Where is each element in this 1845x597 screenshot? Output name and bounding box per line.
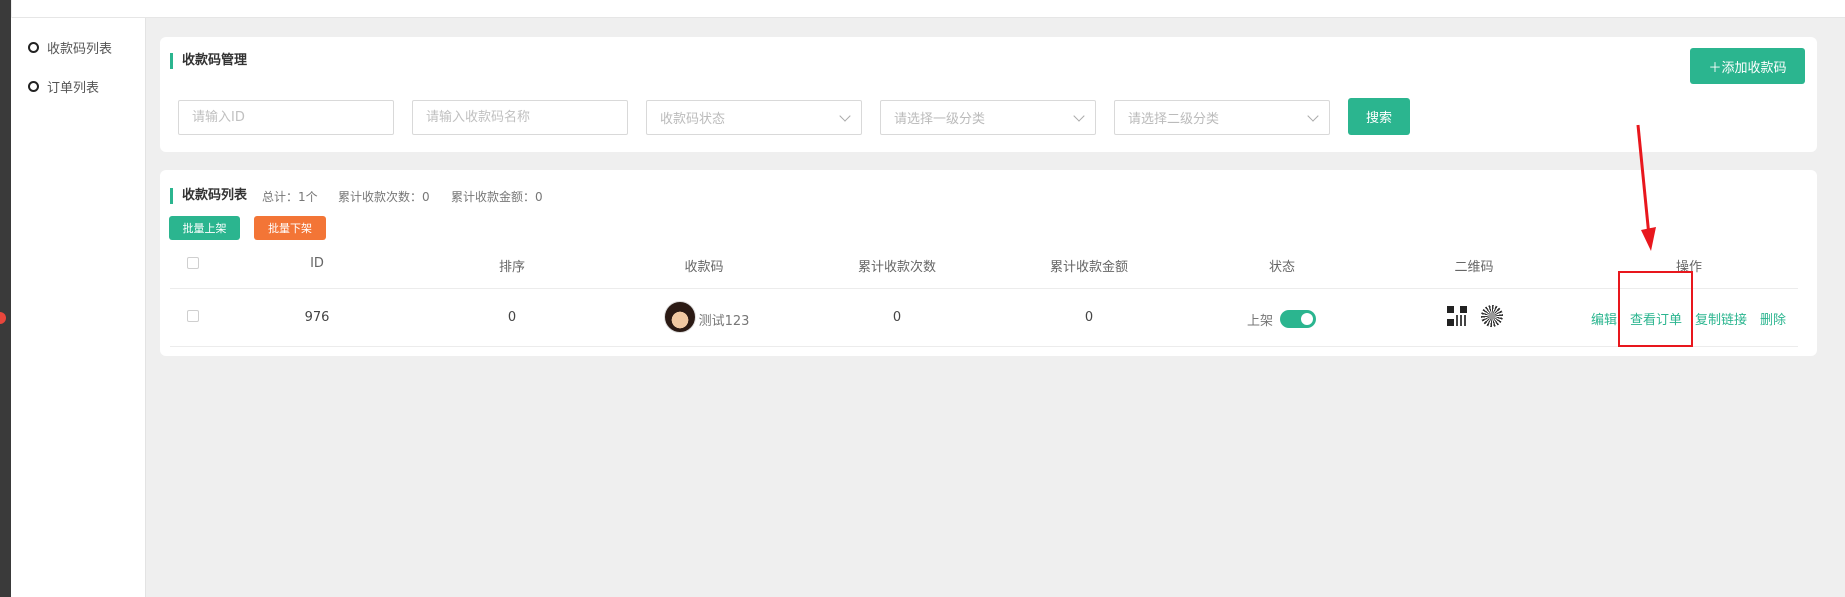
avatar xyxy=(664,301,696,333)
circle-icon xyxy=(28,41,39,53)
chevron-down-icon xyxy=(1307,110,1319,122)
row-status-label: 上架 xyxy=(1246,314,1274,329)
category2-select[interactable]: 请选择二级分类 xyxy=(1114,100,1330,135)
row-qrcode-name: 测试123 xyxy=(698,314,750,329)
chevron-down-icon xyxy=(839,110,851,122)
edit-link[interactable]: 编辑 xyxy=(1591,309,1617,328)
row-amount: 0 xyxy=(1084,310,1094,325)
row-id: 976 xyxy=(304,310,330,325)
id-input[interactable] xyxy=(178,100,394,135)
row-count: 0 xyxy=(892,310,902,325)
status-select[interactable]: 收款码状态 xyxy=(646,100,862,135)
total-stat: 总计：1个 xyxy=(262,190,318,204)
list-card: 收款码列表 总计：1个 累计收款次数：0 累计收款金额：0 批量上架 批量下架 … xyxy=(160,170,1817,356)
sidebar-item-label: 收款码列表 xyxy=(47,41,113,57)
category2-select-label: 请选择二级分类 xyxy=(1128,112,1220,127)
name-input[interactable] xyxy=(412,100,628,135)
column-header-qrcode: 二维码 xyxy=(1454,260,1494,275)
chevron-down-icon xyxy=(1073,110,1085,122)
category1-select-label: 请选择一级分类 xyxy=(894,112,986,127)
column-header-qrcode-name: 收款码 xyxy=(684,260,724,275)
select-all-checkbox[interactable] xyxy=(187,257,199,269)
copy-link-link[interactable]: 复制链接 xyxy=(1695,309,1747,328)
filter-card: 收款码管理 ＋添加收款码 收款码状态 请选择一级分类 请选择二级分类 搜索 xyxy=(160,37,1817,152)
left-edge-bar xyxy=(0,0,11,597)
category1-select[interactable]: 请选择一级分类 xyxy=(880,100,1096,135)
sidebar: 收款码列表 订单列表 xyxy=(11,18,146,597)
status-select-label: 收款码状态 xyxy=(660,112,726,127)
status-toggle[interactable] xyxy=(1280,310,1316,328)
column-header-amount: 累计收款金额 xyxy=(1049,260,1129,275)
row-divider xyxy=(170,346,1798,347)
column-header-sort: 排序 xyxy=(498,260,526,275)
top-nav-item[interactable] xyxy=(34,0,38,15)
column-header-status: 状态 xyxy=(1268,260,1296,275)
total-count-stat: 累计收款次数：0 xyxy=(338,190,430,204)
qr-code-icon[interactable] xyxy=(1447,306,1467,326)
circle-icon xyxy=(28,80,39,92)
filter-card-title: 收款码管理 xyxy=(170,53,247,69)
sidebar-item-order-list[interactable]: 订单列表 xyxy=(28,76,99,96)
mini-program-code-icon[interactable] xyxy=(1481,305,1503,327)
column-header-count: 累计收款次数 xyxy=(857,260,937,275)
batch-on-button[interactable]: 批量上架 xyxy=(169,216,240,240)
header-divider xyxy=(170,288,1798,289)
delete-link[interactable]: 删除 xyxy=(1760,309,1786,328)
search-button[interactable]: 搜索 xyxy=(1348,98,1410,135)
annotation-highlight-box xyxy=(1618,271,1693,347)
column-header-id: ID xyxy=(310,256,324,271)
sidebar-item-qrcode-list[interactable]: 收款码列表 xyxy=(28,37,112,57)
add-qrcode-button[interactable]: ＋添加收款码 xyxy=(1690,48,1805,84)
total-amount-stat: 累计收款金额：0 xyxy=(451,190,543,204)
sidebar-item-label: 订单列表 xyxy=(47,80,100,96)
list-card-title: 收款码列表 xyxy=(170,188,247,204)
row-checkbox[interactable] xyxy=(187,310,199,322)
row-sort: 0 xyxy=(507,310,517,325)
batch-off-button[interactable]: 批量下架 xyxy=(254,216,326,240)
top-navigation xyxy=(12,0,1845,18)
